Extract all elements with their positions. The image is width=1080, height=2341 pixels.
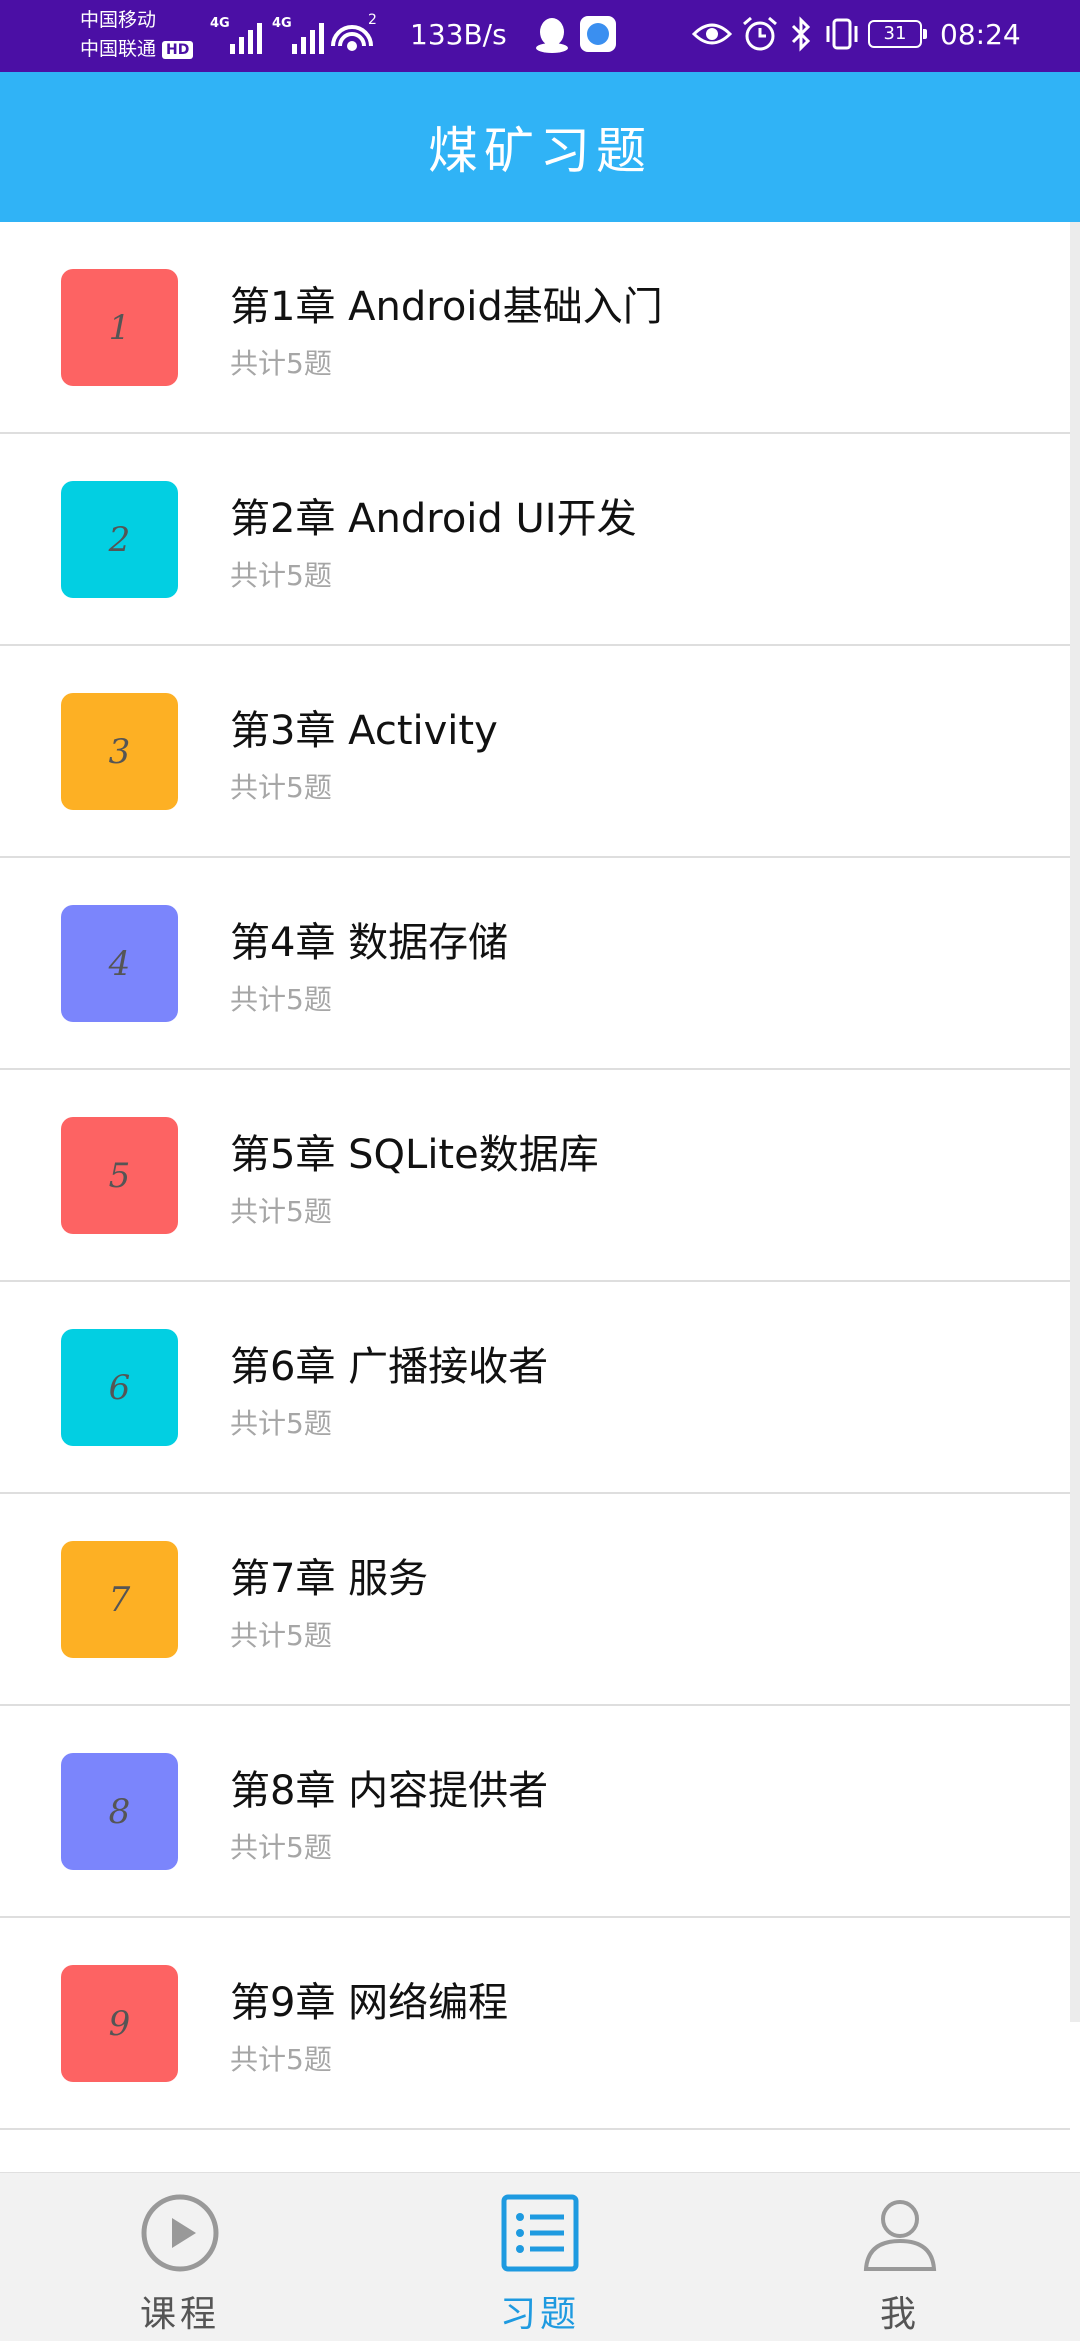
chapter-number-badge: 2 [61, 481, 178, 598]
chapter-number-badge: 8 [61, 1753, 178, 1870]
eye-icon [692, 23, 732, 45]
network-type-2: 4G [272, 16, 292, 31]
chapter-number-badge: 1 [61, 269, 178, 386]
page-title: 煤矿习题 [428, 122, 652, 180]
list-icon [501, 2194, 579, 2272]
chapter-item[interactable]: 7 第7章 服务共计5题 [0, 1494, 1070, 1706]
network-speed: 133B/s [410, 18, 507, 51]
alarm-icon [743, 16, 777, 51]
chapter-title: 第5章 SQLite数据库 [230, 1132, 599, 1178]
nav-item-courses[interactable]: 课程 [0, 2173, 360, 2341]
chapter-title: 第8章 内容提供者 [230, 1768, 549, 1814]
chapter-title: 第2章 Android UI开发 [230, 496, 637, 542]
chapter-item[interactable]: 5 第5章 SQLite数据库共计5题 [0, 1070, 1070, 1282]
chapter-item[interactable]: 2 第2章 Android UI开发共计5题 [0, 434, 1070, 646]
carrier-info: 中国移动 中国联通 HD [80, 6, 194, 64]
nav-item-exercises[interactable]: 习题 [360, 2173, 720, 2341]
chapter-question-count: 共计5题 [230, 983, 332, 1016]
chapter-title: 第7章 服务 [230, 1556, 429, 1602]
chapter-number-badge: 9 [61, 1965, 178, 2082]
chapter-number-badge: 6 [61, 1329, 178, 1446]
chapter-question-count: 共计5题 [230, 347, 332, 380]
chapter-question-count: 共计5题 [230, 771, 332, 804]
chapter-number-badge: 5 [61, 1117, 178, 1234]
chapter-item[interactable]: 1 第1章 Android基础入门共计5题 [0, 222, 1070, 434]
chapter-item[interactable]: 6 第6章 广播接收者共计5题 [0, 1282, 1070, 1494]
chapter-title: 第6章 广播接收者 [230, 1344, 549, 1390]
chapter-title: 第1章 Android基础入门 [230, 284, 663, 330]
clock: 08:24 [940, 18, 1021, 51]
bluetooth-icon [791, 16, 811, 52]
vibrate-icon [826, 18, 858, 50]
hd-badge: HD [162, 40, 194, 59]
chapter-question-count: 共计5题 [230, 1831, 332, 1864]
chapter-number-badge: 7 [61, 1541, 178, 1658]
battery-indicator: 31 [868, 20, 927, 48]
chapter-item[interactable]: 3 第3章 Activity 共计5题 [0, 646, 1070, 858]
chapter-question-count: 共计5题 [230, 2043, 332, 2076]
carrier-1: 中国移动 [80, 9, 157, 31]
nav-label-exercises: 习题 [499, 2294, 580, 2335]
chapter-item[interactable]: 4 第4章 数据存储共计5题 [0, 858, 1070, 1070]
chapter-question-count: 共计5题 [230, 1407, 332, 1440]
scrollbar[interactable] [1070, 222, 1080, 2022]
nav-item-me[interactable]: 我 [720, 2173, 1080, 2341]
qq-icon [536, 18, 568, 53]
chapter-number-badge: 3 [61, 693, 178, 810]
bottom-navigation: 课程 习题 我 [0, 2172, 1080, 2341]
hotspot-badge: 2 [368, 12, 377, 28]
chapter-question-count: 共计5题 [230, 1195, 332, 1228]
play-circle-icon [141, 2194, 219, 2272]
carrier-2: 中国联通 [80, 38, 157, 60]
chapter-title: 第3章 Activity [230, 708, 498, 754]
person-icon [863, 2200, 937, 2271]
chapter-item[interactable]: 9 第9章 网络编程共计5题 [0, 1918, 1070, 2130]
chapter-title: 第9章 网络编程 [230, 1980, 509, 2026]
app-notification-icon [580, 16, 616, 52]
status-bar: 中国移动 中国联通 HD 4G 4G 2 133B/s 31 08:24 [0, 0, 1080, 72]
chapter-list: 1 第1章 Android基础入门 共计5题 2 第2章 Android UI开发 共计5… [0, 222, 1070, 2172]
nav-label-me: 我 [879, 2294, 920, 2335]
nav-label-courses: 课程 [139, 2294, 220, 2335]
title-bar: 煤矿习题 [0, 72, 1080, 222]
chapter-item[interactable]: 8 第8章 内容提供者共计5题 [0, 1706, 1070, 1918]
chapter-question-count: 共计5题 [230, 1619, 332, 1652]
chapter-question-count: 共计5题 [230, 559, 332, 592]
chapter-title: 第4章 数据存储 [230, 920, 509, 966]
chapter-number-badge: 4 [61, 905, 178, 1022]
network-type-1: 4G [210, 16, 230, 31]
